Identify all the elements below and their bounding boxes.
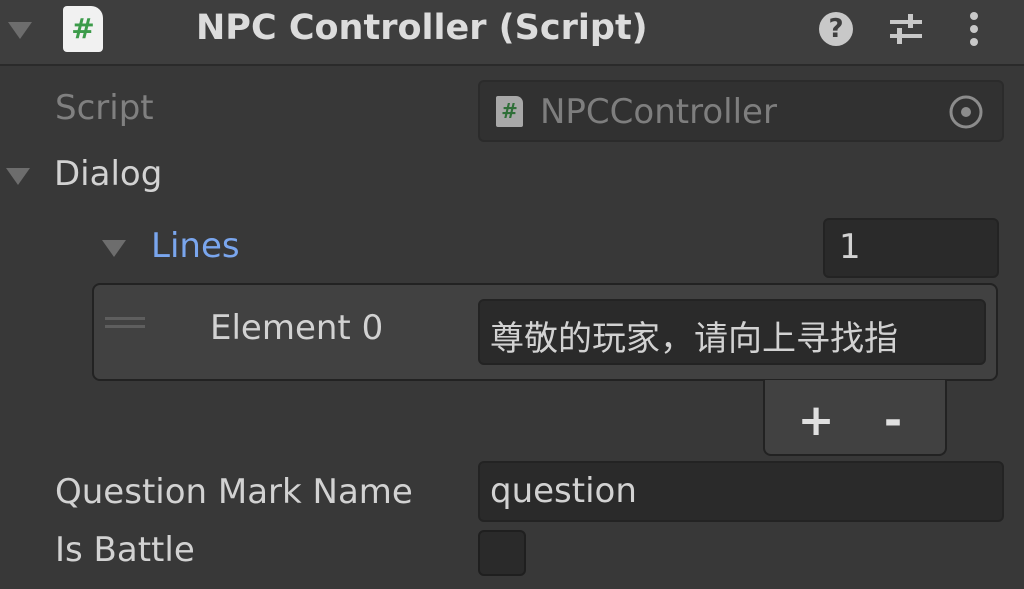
lines-size-field[interactable]: 1 bbox=[823, 218, 999, 278]
element-0-field[interactable]: 尊敬的玩家，请向上寻找指 bbox=[478, 299, 986, 365]
remove-element-button[interactable]: - bbox=[872, 396, 914, 446]
script-field-value: NPCController bbox=[540, 92, 777, 132]
dialog-foldout-arrow-icon[interactable] bbox=[6, 168, 30, 185]
context-menu-icon[interactable] bbox=[964, 10, 984, 48]
script-field[interactable]: # NPCController bbox=[478, 80, 1004, 142]
question-mark-name-field[interactable]: question bbox=[478, 461, 1004, 522]
csharp-script-icon: # bbox=[63, 6, 103, 52]
dialog-label[interactable]: Dialog bbox=[54, 154, 162, 194]
presets-icon[interactable] bbox=[888, 12, 924, 46]
is-battle-label: Is Battle bbox=[55, 530, 195, 570]
add-element-button[interactable]: + bbox=[795, 396, 837, 446]
script-label: Script bbox=[55, 88, 154, 128]
object-picker-icon[interactable] bbox=[948, 94, 984, 130]
array-footer bbox=[763, 380, 947, 456]
drag-handle-icon[interactable] bbox=[105, 317, 145, 329]
help-icon[interactable]: ? bbox=[819, 12, 853, 46]
is-battle-checkbox[interactable] bbox=[478, 530, 526, 576]
question-mark-name-label: Question Mark Name bbox=[55, 472, 413, 512]
component-title[interactable]: NPC Controller (Script) bbox=[196, 8, 648, 48]
csharp-script-icon: # bbox=[496, 96, 523, 127]
foldout-arrow-icon[interactable] bbox=[8, 22, 32, 39]
lines-foldout-arrow-icon[interactable] bbox=[102, 240, 126, 257]
element-0-label: Element 0 bbox=[210, 308, 384, 348]
lines-label[interactable]: Lines bbox=[151, 226, 240, 266]
